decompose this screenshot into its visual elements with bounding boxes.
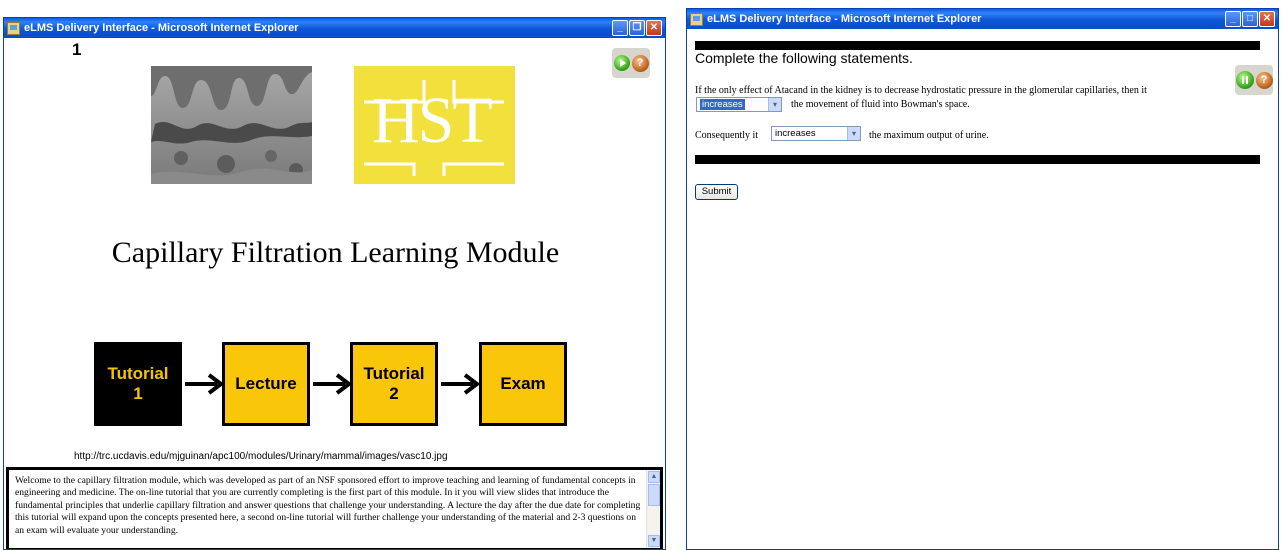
- hst-logo: HST: [354, 66, 515, 184]
- page-content: 1 ? HST Capillary Filtration Learning Mo…: [4, 38, 665, 549]
- bottom-divider-bar: [695, 155, 1260, 164]
- intro-text: Welcome to the capillary filtration modu…: [15, 475, 641, 536]
- browser-window-tutorial: eLMS Delivery Interface - Microsoft Inte…: [3, 17, 666, 550]
- page-content: Complete the following statements. ? If …: [687, 29, 1278, 549]
- image-source-url: http://trc.ucdavis.edu/mjguinan/apc100/m…: [74, 451, 448, 462]
- top-divider-bar: [695, 41, 1260, 50]
- arrow-right-icon: [185, 373, 225, 395]
- ie-page-icon: [690, 12, 703, 26]
- scroll-down-icon[interactable]: ▼: [648, 535, 660, 547]
- pause-icon[interactable]: [1235, 71, 1254, 89]
- chevron-down-icon[interactable]: ▾: [847, 127, 860, 140]
- arrow-right-icon: [441, 373, 481, 395]
- question-1-text: If the only effect of Atacand in the kid…: [695, 85, 1147, 96]
- help-icon[interactable]: ?: [1255, 71, 1273, 89]
- arrow-right-icon: [313, 373, 353, 395]
- help-icon[interactable]: ?: [631, 54, 649, 72]
- window-title: eLMS Delivery Interface - Microsoft Inte…: [24, 22, 299, 34]
- scroll-thumb[interactable]: [648, 484, 660, 506]
- q2-answer-select[interactable]: increases ▾: [771, 126, 861, 141]
- question-1-continuation: the movement of fluid into Bowman's spac…: [791, 99, 970, 110]
- title-bar[interactable]: eLMS Delivery Interface - Microsoft Inte…: [687, 9, 1278, 29]
- vertical-scrollbar[interactable]: ▲ ▼: [646, 470, 660, 548]
- close-button[interactable]: ✕: [1259, 11, 1275, 27]
- minimize-button[interactable]: _: [612, 20, 628, 36]
- flow-step-tutorial-2: Tutorial 2: [350, 342, 438, 426]
- module-title: Capillary Filtration Learning Module: [111, 236, 560, 269]
- question-2-text: Consequently it: [695, 130, 759, 141]
- submit-button[interactable]: Submit: [695, 184, 738, 200]
- intro-text-panel[interactable]: Welcome to the capillary filtration modu…: [6, 467, 663, 549]
- minimize-button[interactable]: _: [1225, 11, 1241, 27]
- capillary-micrograph-image: [151, 66, 312, 184]
- q1-selected-value: increases: [700, 99, 745, 110]
- hst-logo-text: HST: [372, 84, 493, 157]
- slide-number: 1: [72, 40, 82, 59]
- scroll-up-icon[interactable]: ▲: [648, 471, 660, 483]
- flow-step-lecture: Lecture: [222, 342, 310, 426]
- browser-window-questions: eLMS Delivery Interface - Microsoft Inte…: [686, 8, 1279, 550]
- play-icon[interactable]: [613, 55, 630, 71]
- flow-step-tutorial-1: Tutorial 1: [94, 342, 182, 426]
- media-controls: ?: [612, 48, 650, 78]
- window-title: eLMS Delivery Interface - Microsoft Inte…: [707, 13, 982, 25]
- chevron-down-icon[interactable]: ▾: [768, 98, 781, 111]
- question-2-continuation: the maximum output of urine.: [869, 130, 989, 141]
- restore-button[interactable]: ❐: [629, 20, 645, 36]
- q2-selected-value: increases: [775, 128, 816, 139]
- flow-step-exam: Exam: [479, 342, 567, 426]
- close-button[interactable]: ✕: [646, 20, 662, 36]
- question-heading: Complete the following statements.: [695, 50, 913, 66]
- media-controls: ?: [1235, 65, 1273, 95]
- q1-answer-select[interactable]: increases ▾: [696, 97, 782, 112]
- ie-page-icon: [7, 21, 20, 35]
- title-bar[interactable]: eLMS Delivery Interface - Microsoft Inte…: [4, 18, 665, 38]
- maximize-button[interactable]: □: [1242, 11, 1258, 27]
